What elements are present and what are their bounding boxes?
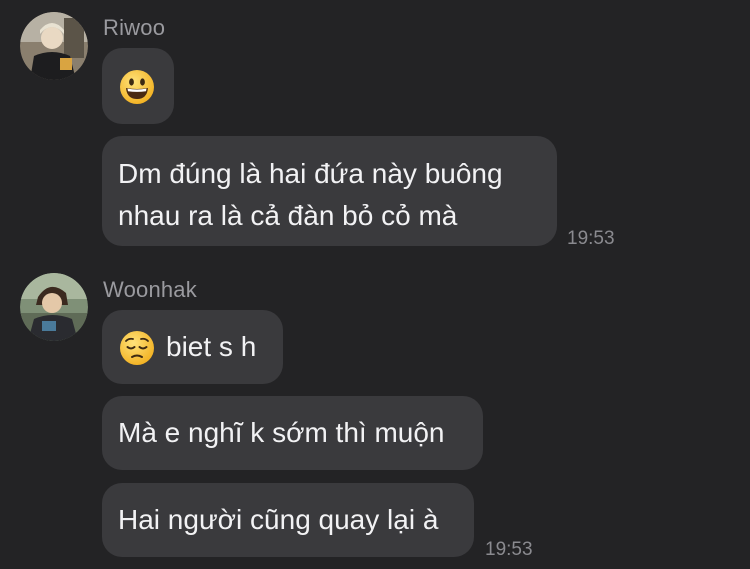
message-bubble[interactable]: Dm đúng là hai đứa này buông nhau ra là …	[102, 136, 557, 246]
message-bubble[interactable]: biet s h	[102, 310, 283, 384]
message-text: Mà e nghĩ k sớm thì muộn	[118, 417, 445, 448]
message-text-line-1: Dm đúng là hai đứa này buông	[118, 158, 503, 189]
sender-name-riwoo: Riwoo	[103, 15, 166, 40]
message-timestamp: 19:53	[567, 228, 615, 249]
riwoo-avatar[interactable]	[20, 12, 88, 80]
message-bubble[interactable]: Hai người cũng quay lại à	[102, 483, 474, 557]
message-bubble[interactable]: Mà e nghĩ k sớm thì muộn	[102, 396, 483, 470]
sender-name-woonhak: Woonhak	[103, 277, 197, 302]
message-timestamp: 19:53	[485, 539, 533, 560]
pensive-face-icon	[119, 330, 155, 366]
message-text: Hai người cũng quay lại à	[118, 504, 439, 535]
message-text-line-2: nhau ra là cả đàn bỏ cỏ mà	[118, 200, 458, 231]
riwoo-avatar-image	[20, 12, 88, 80]
grinning-face-icon	[119, 69, 155, 105]
message-text: biet s h	[166, 331, 257, 362]
message-bubble-emoji[interactable]	[102, 48, 174, 124]
woonhak-avatar-image	[20, 273, 88, 341]
woonhak-avatar[interactable]	[20, 273, 88, 341]
